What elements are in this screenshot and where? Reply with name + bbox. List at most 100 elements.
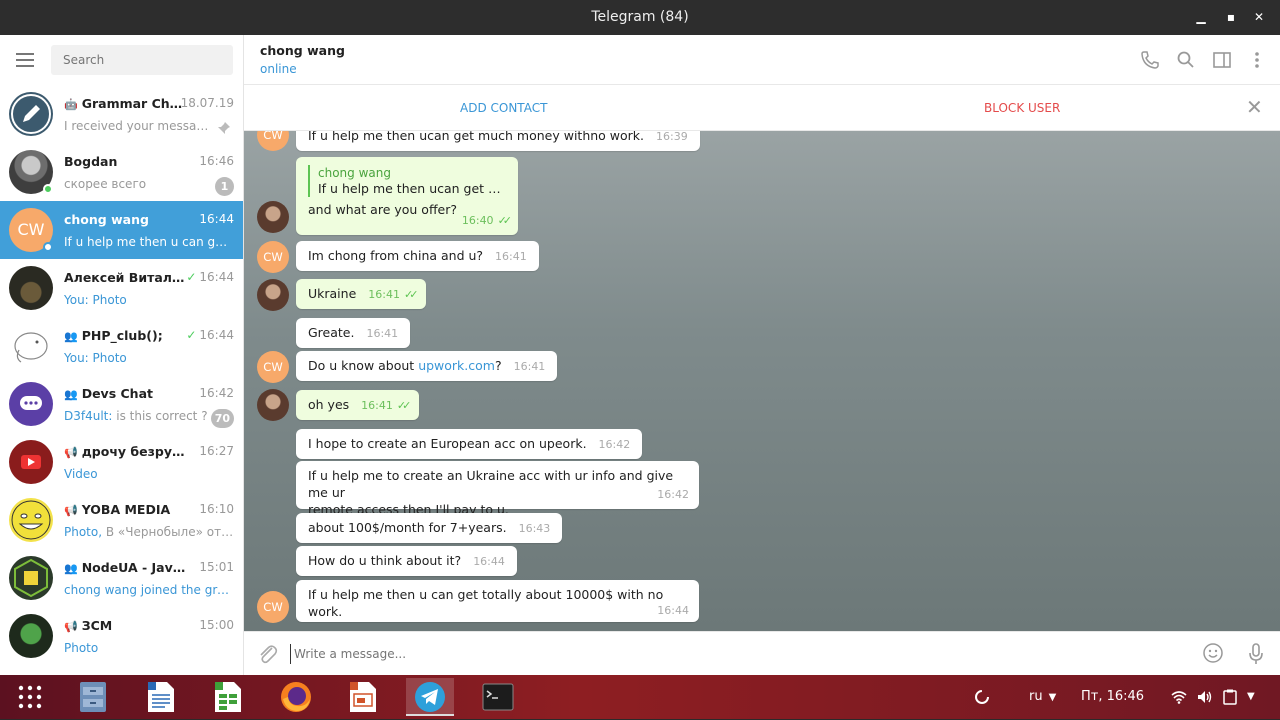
message-bubble: oh yes 16:41 ✓✓ [296,390,420,420]
clipboard-icon[interactable] [1223,675,1237,719]
message-link[interactable]: upwork.com [418,358,495,373]
chat-item-zsm[interactable]: 📢 ЗСМ 15:00 Photo [0,607,243,665]
message-time: 16:41 [368,288,400,301]
chat-time: 16:42 [199,386,234,400]
sender-avatar[interactable]: CW [257,351,289,383]
bot-icon: 🤖 [64,98,78,111]
sidebar-top [0,35,243,85]
avatar [9,382,53,426]
double-check-icon: ✓✓ [403,288,419,301]
chat-preview: Photo [92,293,127,307]
close-button[interactable]: ✕ [1244,0,1274,35]
chat-time: 16:46 [199,154,234,168]
message-bubble: about 100$/month for 7+years. 16:43 [296,513,563,543]
sender-avatar[interactable]: CW [257,131,289,151]
sender-avatar[interactable]: CW [257,241,289,273]
message-time: 16:41 [366,327,399,340]
chat-name: Bogdan [64,154,118,169]
telegram-taskbar-icon[interactable] [406,678,454,716]
volume-icon[interactable] [1197,675,1213,719]
message-time: 16:42 [598,438,631,451]
add-contact-button[interactable]: ADD CONTACT [460,101,547,115]
message-time: 16:41 [361,399,393,412]
system-menu-chevron-icon[interactable]: ▼ [1247,675,1255,719]
app-grid-icon[interactable] [6,678,54,716]
chat-item-yoba-media[interactable]: 📢 YOBA MEDIA 16:10 Photo, В «Чернобыле» о… [0,491,243,549]
microphone-icon[interactable] [1246,642,1266,666]
my-avatar[interactable] [257,201,289,233]
phone-icon[interactable] [1140,50,1160,70]
message-bubble: If u help me then u can get totally abou… [296,580,699,622]
calc-icon[interactable] [204,678,252,716]
message-text: If u help me then u can get totally abou… [308,587,664,619]
chat-item-grammar-checker[interactable]: 🤖 Grammar Che... 18.07.19 I received your… [0,85,243,143]
chat-preview: chong wang joined the group [64,583,234,597]
chat-name: PHP_club(); [81,328,163,343]
chat-item-devs-chat[interactable]: 👥 Devs Chat 16:42 D3f4ult: is this correc… [0,375,243,433]
chat-item-bogdan[interactable]: Bogdan 16:46 скорее всего 1 [0,143,243,201]
chat-item-aleksey[interactable]: Алексей Витали... ✓ 16:44 You: Photo [0,259,243,317]
message-time: 16:44 [473,555,505,568]
chat-preview: В «Чернобыле» от Н... [105,525,234,539]
chevron-down-icon: ▼ [1048,692,1057,703]
avatar [9,556,53,600]
file-manager-icon[interactable] [69,678,117,716]
avatar [9,266,53,310]
message-text: If u help me then ucan get much money wi… [308,131,645,143]
message-text: Do u know about [308,358,419,373]
search-input[interactable] [51,45,233,75]
message-text: How do u think about it? [308,553,462,568]
chat-name: Grammar Che... [81,96,186,111]
group-icon: 👥 [64,388,78,401]
chat-name: ЗСМ [81,618,113,633]
maximize-button[interactable]: ▪ [1216,0,1246,35]
chat-item-chong-wang[interactable]: CW chong wang 16:44 If u help me then u … [0,201,243,259]
window-titlebar: Telegram (84) ▁ ▪ ✕ [0,0,1280,35]
message-input[interactable] [290,644,1090,664]
reply-quote[interactable]: chong wang If u help me then ucan get mu… [308,165,506,197]
message-text-suffix: ? [494,358,502,373]
terminal-icon[interactable] [474,678,522,716]
peer-name[interactable]: chong wang [260,43,345,58]
close-icon[interactable]: ✕ [1246,95,1263,119]
minimize-button[interactable]: ▁ [1186,0,1216,35]
firefox-icon[interactable] [272,678,320,716]
keyboard-layout-indicator[interactable]: ru ▼ [1029,675,1056,719]
my-avatar[interactable] [257,389,289,421]
chat-item-drochu[interactable]: 📢дрочу безруким 16:27 Video [0,433,243,491]
emoji-icon[interactable] [1202,642,1224,664]
chat-list-sidebar: 🤖Grammar Che... 18.07.19 I received your… [0,35,244,675]
block-user-button[interactable]: BLOCK USER [984,101,1060,115]
chat-preview: Video [64,467,98,481]
sender-avatar[interactable]: CW [257,591,289,623]
chat-time: 16:10 [199,502,234,516]
message-bubble: Im chong from china and u? 16:41 [296,241,539,271]
more-options-icon[interactable] [1247,50,1267,70]
search-icon[interactable] [1176,50,1196,70]
chat-preview: If u help me then u can get t... [64,235,234,249]
writer-icon[interactable] [137,678,185,716]
impress-icon[interactable] [339,678,387,716]
message-history[interactable]: CW If u help me then ucan get much money… [244,131,1280,631]
avatar [9,92,53,136]
chat-time: 16:27 [199,444,234,458]
wifi-icon[interactable] [1171,675,1187,719]
hamburger-menu-icon[interactable] [16,53,34,67]
attach-icon[interactable] [256,642,278,666]
chat-name: Алексей Витали... [64,270,186,285]
sidebar-toggle-icon[interactable] [1212,50,1232,70]
avatar [9,324,53,368]
peer-status: online [260,62,297,76]
message-time: 16:43 [518,522,551,535]
chat-item-php-club[interactable]: 👥 PHP_club(); ✓ 16:44 You: Photo [0,317,243,375]
chat-time: 15:00 [199,618,234,632]
message-bubble: How do u think about it? 16:44 [296,546,517,576]
message-bubble: I hope to create an European acc on upeo… [296,429,643,459]
message-bubble: If u help me then ucan get much money wi… [296,131,700,151]
channel-icon: 📢 [64,504,78,517]
my-avatar[interactable] [257,279,289,311]
chat-item-nodeua[interactable]: 👥NodeUA - JavaScr... 15:01 chong wang jo… [0,549,243,607]
message-bubble: Greate. 16:41 [296,318,411,348]
avatar [9,440,53,484]
clock[interactable]: Пт, 16:46 [1081,675,1144,719]
